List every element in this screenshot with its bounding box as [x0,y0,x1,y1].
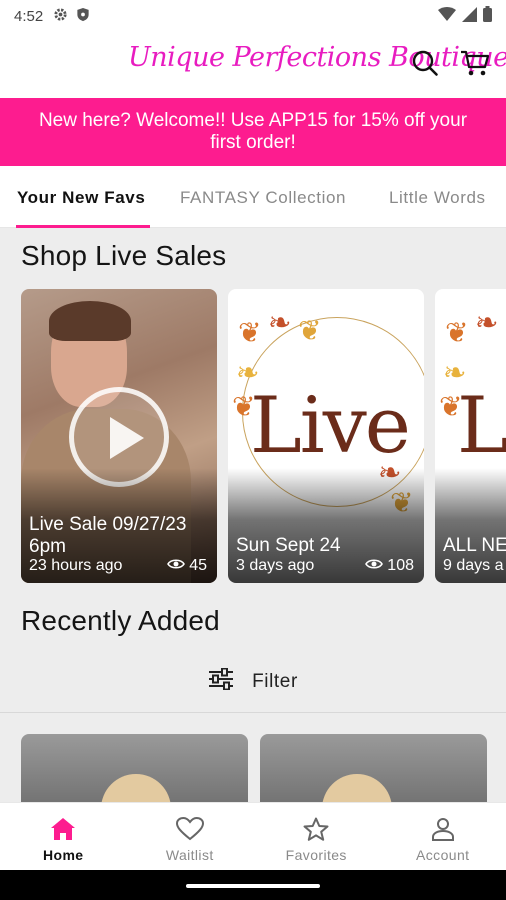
eye-icon [365,557,384,575]
bottom-navigation: Home Waitlist Favorites Account [0,802,506,870]
tab-fantasy-collection[interactable]: FANTASY Collection [180,188,346,208]
live-sale-card[interactable]: Live Sale 09/27/23 6pm 23 hours ago 45 [21,289,217,583]
eye-icon [167,557,186,575]
home-icon [50,815,76,843]
nav-label: Home [43,847,84,863]
tab-little-words[interactable]: Little Words [389,188,486,208]
app-screen: 4:52 Unique Perfections Boutique New her… [0,0,506,900]
leaf-icon: ❦ [238,317,262,348]
leaf-icon: ❦ [445,317,469,348]
star-icon [303,815,329,843]
filter-label: Filter [252,671,298,692]
app-header: Unique Perfections Boutique [0,32,506,98]
nav-label: Waitlist [165,847,214,863]
category-tabs: Your New Favs FANTASY Collection Little … [0,166,506,228]
product-card[interactable] [21,734,248,802]
gear-icon [53,7,68,26]
status-right-icons [438,6,492,26]
section-divider [0,712,506,713]
thumbnail-live-word: Live [250,381,411,471]
card-title: ALL NE [443,535,506,556]
view-count: 45 [189,557,207,574]
live-sale-card[interactable]: ❦ ❧ ❦ ❧ ❦ ❧ ❦ Live Sun Sept 24 3 days ag… [228,289,424,583]
card-time-ago: 3 days ago [236,557,315,574]
section-title-recently-added: Recently Added [21,605,220,636]
thumbnail-hair [49,301,131,341]
leaf-icon: ❧ [475,307,499,338]
leaf-icon: ❧ [268,307,292,338]
shield-icon [76,7,90,26]
cart-icon [460,49,490,82]
product-image [322,774,392,802]
status-bar: 4:52 [0,0,506,32]
card-views: 108 [365,557,414,575]
card-title: Live Sale 09/27/23 6pm [29,514,187,557]
cart-button[interactable] [458,48,492,82]
leaf-icon: ❦ [298,315,322,346]
nav-home[interactable]: Home [0,803,127,870]
live-sale-card[interactable]: ❦ ❧ ❧ ❦ Live ALL NE 9 days a [435,289,506,583]
filter-button[interactable]: Filter [0,662,506,702]
nav-label: Account [416,847,470,863]
main-content: Shop Live Sales Live Sale 09/27/23 6pm 2… [0,228,506,802]
view-count: 108 [387,557,414,574]
promo-banner[interactable]: New here? Welcome!! Use APP15 for 15% of… [0,98,506,166]
tab-your-new-favs[interactable]: Your New Favs [17,188,145,208]
card-views: 45 [167,557,207,575]
nav-waitlist[interactable]: Waitlist [127,803,254,870]
signal-icon [462,6,477,26]
status-time: 4:52 [14,7,44,25]
product-card[interactable] [260,734,487,802]
thumbnail-live-word: Live [457,381,506,471]
nav-favorites[interactable]: Favorites [253,803,380,870]
home-gesture-pill[interactable] [186,884,320,888]
card-time-ago: 23 hours ago [29,557,123,574]
search-button[interactable] [408,48,442,82]
brand-logo[interactable]: Unique Perfections Boutique [128,42,506,73]
sliders-icon [208,667,234,696]
wifi-icon [438,6,456,26]
card-time-ago: 9 days a [443,557,504,574]
person-icon [431,815,455,843]
nav-label: Favorites [285,847,347,863]
battery-icon [483,6,492,26]
search-icon [411,49,439,82]
section-title-live-sales: Shop Live Sales [21,240,227,271]
card-title: Sun Sept 24 [236,535,341,556]
heart-icon [175,815,204,843]
nav-account[interactable]: Account [380,803,506,870]
product-image [101,774,171,802]
